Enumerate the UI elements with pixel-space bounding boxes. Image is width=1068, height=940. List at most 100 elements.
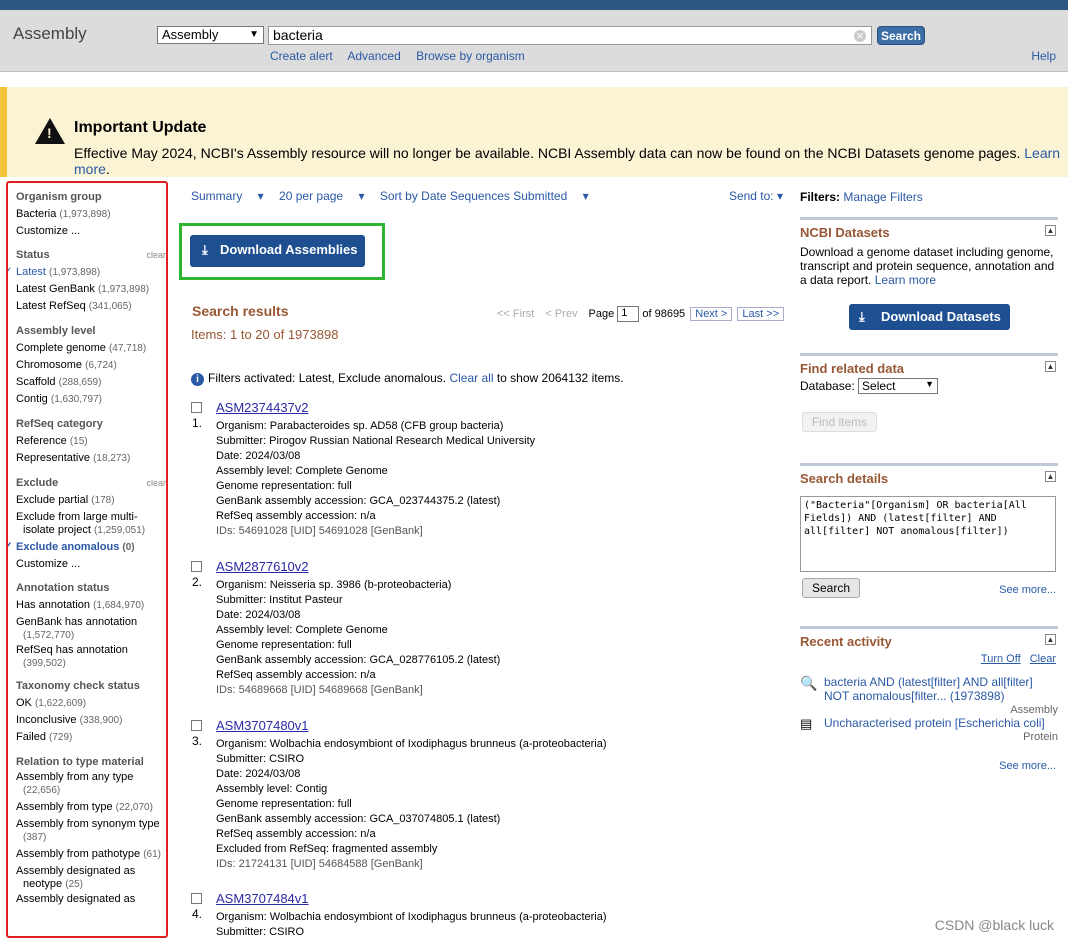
filter-latest-refseq[interactable]: Latest RefSeq (341,065) — [16, 298, 166, 315]
result-item: 3. ASM3707480v1 Organism: Wolbachia endo… — [191, 718, 751, 883]
filter-heading: Relation to type material — [16, 756, 144, 768]
filter-customize[interactable]: Customize ... — [16, 223, 166, 239]
filter-neotype[interactable]: Assembly designated as neotype (25) — [16, 865, 166, 891]
send-to-dropdown[interactable]: Send to: ▾ — [729, 189, 783, 203]
clear-status-link[interactable]: clear — [146, 250, 166, 260]
collapse-icon[interactable]: ▲ — [1045, 471, 1056, 482]
related-database-select[interactable]: Select ▼ — [858, 378, 939, 394]
result-item: 2. ASM2877610v2 Organism: Neisseria sp. … — [191, 559, 751, 709]
search-button[interactable]: Search — [877, 26, 925, 45]
prev-page-link[interactable]: < Prev — [545, 308, 577, 320]
details-see-more-link[interactable]: See more... — [999, 584, 1056, 596]
result-checkbox[interactable] — [191, 402, 202, 413]
filter-has-annotation[interactable]: Has annotation (1,684,970) — [16, 597, 166, 614]
result-checkbox[interactable] — [191, 720, 202, 731]
manage-filters-link[interactable]: Manage Filters — [843, 190, 922, 204]
filter-group-status: Status clear Latest (1,973,898) Latest G… — [8, 248, 166, 315]
browse-organism-link[interactable]: Browse by organism — [416, 49, 525, 63]
first-page-link[interactable]: << First — [497, 308, 534, 320]
filter-latest[interactable]: Latest (1,973,898) — [8, 264, 166, 281]
results-main: Summary ▾ 20 per page ▾ Sort by Date Seq… — [179, 181, 791, 940]
search-input[interactable]: bacteria ✕ — [268, 26, 872, 45]
result-checkbox[interactable] — [191, 893, 202, 904]
filter-latest-genbank[interactable]: Latest GenBank (1,973,898) — [16, 281, 166, 298]
filter-group-type-material: Relation to type material Assembly from … — [16, 755, 166, 906]
collapse-icon[interactable]: ▲ — [1045, 225, 1056, 236]
create-alert-link[interactable]: Create alert — [270, 49, 333, 63]
next-page-button[interactable]: Next > — [690, 306, 733, 321]
filter-heading: RefSeq category — [16, 418, 103, 430]
page-input[interactable]: 1 — [617, 306, 640, 322]
recent-see-more-link[interactable]: See more... — [999, 760, 1056, 772]
download-icon: ⤓ — [202, 242, 208, 257]
filter-heading: Annotation status — [16, 582, 110, 594]
filter-taxonomy-failed[interactable]: Failed (729) — [16, 729, 166, 746]
filter-complete-genome[interactable]: Complete genome (47,718) — [16, 340, 166, 357]
filter-reference[interactable]: Reference (15) — [16, 433, 166, 450]
collapse-icon[interactable]: ▲ — [1045, 361, 1056, 372]
portlet-title: NCBI Datasets — [800, 225, 890, 240]
filter-scaffold[interactable]: Scaffold (288,659) — [16, 374, 166, 391]
query-textarea[interactable]: ("Bacteria"[Organism] OR bacteria[All Fi… — [800, 496, 1056, 572]
result-item: 4. ASM3707484v1 Organism: Wolbachia endo… — [191, 891, 751, 940]
last-page-button[interactable]: Last >> — [737, 306, 785, 321]
filter-any-type[interactable]: Assembly from any type (22,656) — [16, 771, 166, 797]
help-link[interactable]: Help — [1031, 49, 1056, 63]
filter-exclude-partial[interactable]: Exclude partial (178) — [16, 492, 166, 509]
per-page-dropdown[interactable]: 20 per page ▾ — [279, 189, 364, 203]
warning-icon: ! — [35, 118, 65, 144]
result-checkbox[interactable] — [191, 561, 202, 572]
turn-off-link[interactable]: Turn Off — [981, 653, 1021, 665]
chevron-down-icon: ▼ — [249, 29, 259, 40]
result-details: Organism: Wolbachia endosymbiont of Ixod… — [216, 911, 607, 938]
recent-item[interactable]: bacteria AND (latest[filter] AND all[fil… — [824, 675, 1058, 717]
filter-representative[interactable]: Representative (18,273) — [16, 450, 166, 467]
result-title-link[interactable]: ASM3707480v1 — [216, 718, 309, 733]
filter-contig[interactable]: Contig (1,630,797) — [16, 391, 166, 408]
advanced-link[interactable]: Advanced — [347, 49, 400, 63]
summary-dropdown[interactable]: Summary ▾ — [191, 189, 264, 203]
filter-taxonomy-inconclusive[interactable]: Inconclusive (338,900) — [16, 712, 166, 729]
clear-all-link[interactable]: Clear all — [449, 371, 493, 385]
result-title-link[interactable]: ASM2877610v2 — [216, 559, 309, 574]
download-assemblies-button[interactable]: ⤓ Download Assemblies — [190, 235, 365, 267]
details-search-button[interactable]: Search — [802, 578, 860, 598]
filter-synonym-type[interactable]: Assembly from synonym type (387) — [16, 818, 166, 844]
result-details: Organism: Wolbachia endosymbiont of Ixod… — [216, 738, 607, 870]
sort-dropdown[interactable]: Sort by Date Sequences Submitted ▾ — [380, 189, 589, 203]
clear-recent-link[interactable]: Clear — [1030, 653, 1056, 665]
find-items-button[interactable]: Find items — [802, 412, 877, 432]
collapse-icon[interactable]: ▲ — [1045, 634, 1056, 645]
database-row: Database: Select ▼ — [800, 378, 1058, 394]
filter-taxonomy-ok[interactable]: OK (1,622,609) — [16, 695, 166, 712]
recent-item[interactable]: Uncharacterised protein [Escherichia col… — [824, 716, 1058, 744]
important-update-banner: ! Important Update Effective May 2024, N… — [0, 87, 1068, 177]
filter-pathotype[interactable]: Assembly from pathotype (61) — [16, 846, 166, 863]
result-title-link[interactable]: ASM2374437v2 — [216, 400, 309, 415]
filter-exclude-anomalous[interactable]: Exclude anomalous (0) — [8, 539, 166, 556]
clear-input-icon[interactable]: ✕ — [854, 30, 866, 42]
download-datasets-button[interactable]: ⤓ Download Datasets — [849, 304, 1010, 330]
filter-chromosome[interactable]: Chromosome (6,724) — [16, 357, 166, 374]
filter-refseq-annotation[interactable]: RefSeq has annotation (399,502) — [16, 644, 166, 670]
brand-title[interactable]: Assembly — [13, 24, 87, 44]
results-toolbar: Summary ▾ 20 per page ▾ Sort by Date Seq… — [191, 189, 601, 203]
filter-group-exclude: Exclude clear Exclude partial (178) Excl… — [8, 476, 166, 572]
result-title-link[interactable]: ASM3707484v1 — [216, 891, 309, 906]
clear-exclude-link[interactable]: clear — [146, 478, 166, 488]
filter-exclude-multi-isolate[interactable]: Exclude from large multi-isolate project… — [16, 511, 166, 537]
filter-bacteria[interactable]: Bacteria (1,973,898) — [16, 206, 166, 223]
chevron-down-icon: ▼ — [925, 379, 935, 389]
filter-heading: Organism group — [16, 191, 102, 203]
filters-info: i Filters activated: Latest, Exclude anom… — [191, 371, 624, 386]
filter-genbank-annotation[interactable]: GenBank has annotation (1,572,770) — [16, 616, 166, 642]
filter-designated[interactable]: Assembly designated as — [16, 893, 166, 906]
filter-sidebar: Organism group Bacteria (1,973,898) Cust… — [6, 181, 168, 938]
portlet-title: Search details — [800, 471, 889, 486]
datasets-learn-more-link[interactable]: Learn more — [875, 273, 936, 287]
filter-customize[interactable]: Customize ... — [16, 556, 166, 572]
result-details: Organism: Neisseria sp. 3986 (b-proteoba… — [216, 579, 501, 696]
portlet-title: Recent activity — [800, 634, 892, 649]
filter-from-type[interactable]: Assembly from type (22,070) — [16, 799, 166, 816]
database-select[interactable]: Assembly ▼ — [157, 26, 264, 44]
